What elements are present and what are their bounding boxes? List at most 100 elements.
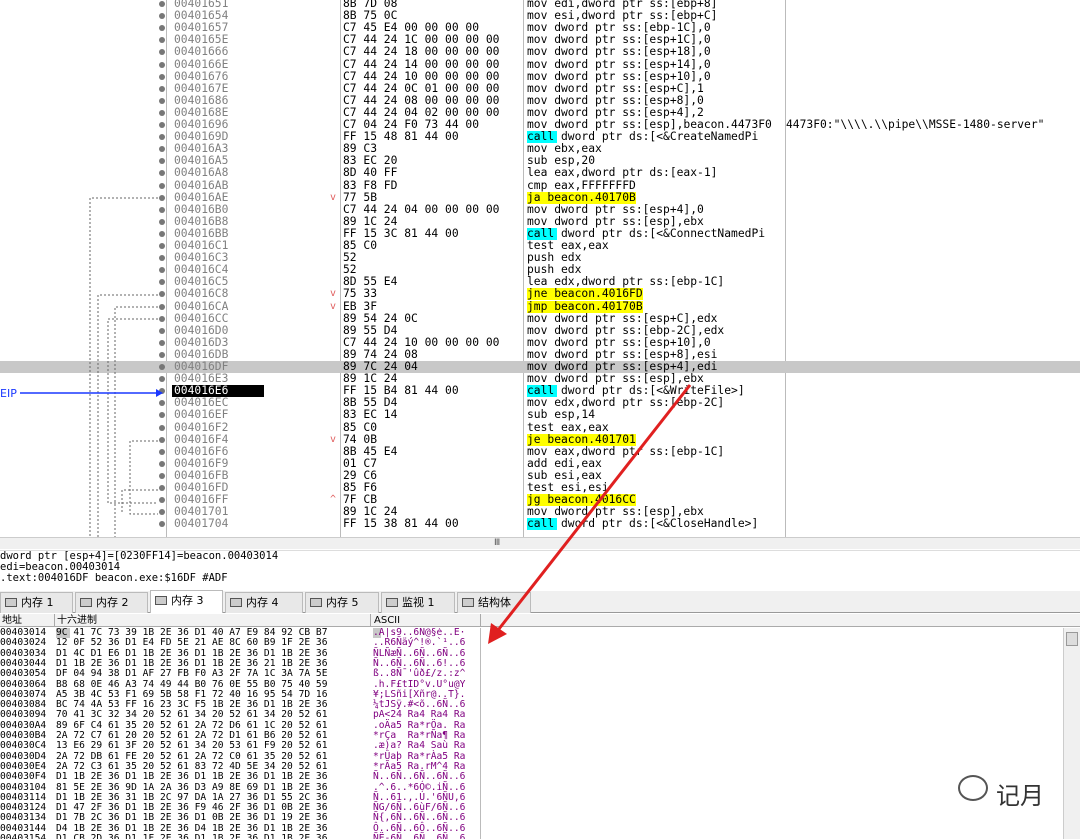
dump-address: 00403054	[0, 668, 47, 680]
memory-icon	[155, 596, 167, 605]
eip-label: EIP	[0, 387, 17, 400]
tab-2[interactable]: 内存 2	[75, 592, 148, 613]
disasm-bytes: 77 5B	[343, 190, 378, 204]
disasm-bytes: 8D 40 FF	[343, 166, 398, 180]
dump-vertical-scrollbar[interactable]	[1063, 628, 1080, 839]
disasm-address: 0040166E	[174, 57, 229, 71]
tab-label: 内存 4	[246, 596, 279, 609]
disasm-instruction: mov dword ptr ss:[esp+10],0	[527, 69, 711, 83]
jump-lines	[20, 197, 163, 549]
disasm-bytes: C7 44 24 08 00 00 00 00	[343, 93, 500, 107]
disasm-instruction: add edi,eax	[527, 456, 602, 470]
tab-6[interactable]: 监视 1	[381, 592, 455, 613]
disasm-address: 004016F4	[174, 432, 229, 446]
memory-icon	[80, 598, 92, 607]
jump-line-4	[107, 318, 158, 504]
dump-row[interactable]: 00403154 D1 CB 2D 36 D1 1F 2E 36 D1 1B 2E…	[0, 833, 1080, 839]
disasm-instruction: mov dword ptr ss:[esp+C],edx	[527, 311, 718, 325]
scroll-thumb[interactable]	[1066, 632, 1078, 646]
disasm-instruction: test eax,eax	[527, 420, 609, 434]
info-line-1: dword ptr [esp+4]=[0230FF14]=beacon.0040…	[0, 550, 279, 562]
dump-row[interactable]: 004030F4 D1 1B 2E 36 D1 1B 2E 36 D1 1B 2E…	[0, 771, 1080, 783]
dump-address: 004030F4	[0, 771, 47, 783]
disasm-bytes: C7 44 24 04 00 00 00 00	[343, 202, 500, 216]
jump-direction-icon: v	[330, 433, 337, 445]
disasm-address: 00401686	[174, 93, 229, 107]
jump-line-6	[121, 489, 158, 514]
disasm-bytes: EB 3F	[343, 299, 378, 313]
memory-icon	[5, 598, 17, 607]
watermark-text: 记月	[996, 782, 1044, 810]
disasm-instruction: lea eax,dword ptr ds:[eax-1]	[527, 166, 718, 180]
disasm-address: 004016B0	[174, 202, 229, 216]
disasm-comment: 4473F0:"\\\\.\\pipe\\MSSE-1480-server"	[786, 118, 1045, 131]
disasm-instruction: mov eax,dword ptr ss:[ebp-1C]	[527, 444, 725, 458]
disasm-address: 00401676	[174, 69, 229, 83]
jump-line-2	[97, 294, 158, 549]
jump-line-3	[114, 306, 158, 549]
disasm-address: 004016C8	[174, 287, 229, 301]
dump-hex: DF 04 94 38 D1 AF 27 FB F0 A3 2F 7A 1C 3…	[56, 668, 328, 680]
disasm-address: 00401704	[174, 517, 229, 531]
disasm-instruction: mov dword ptr ss:[ebp-2C],edx	[527, 323, 725, 337]
disasm-instruction: jmp beacon.40170B	[527, 299, 643, 313]
disasm-bytes: 01 C7	[343, 456, 378, 470]
tab-label: 监视 1	[402, 596, 435, 609]
disasm-instruction: mov dword ptr ss:[esp+18],0	[527, 45, 711, 59]
disasm-address: 004016AE	[174, 190, 229, 204]
dump-hex: D1 CB 2D 36 D1 1F 2E 36 D1 1B 2E 36 D1 1…	[56, 833, 328, 839]
disasm-instruction: mov dword ptr ss:[esp+10],0	[527, 335, 711, 349]
disassembly-view[interactable]: 00401651 8B 7D 08 mov edi,dword ptr ss:[eb…	[0, 0, 1080, 549]
dump-ascii: ÑË-6Ñ..6Ñ..6Ñ..6	[373, 833, 466, 839]
dump-header: 地址 十六进制 ASCII	[0, 614, 1080, 627]
disasm-address: 004016D0	[174, 323, 229, 337]
tab-3[interactable]: 内存 3	[150, 590, 223, 613]
disasm-instruction: mov dword ptr ss:[esp+4],0	[527, 202, 704, 216]
dump-ascii: ß..8Ñ¯'ûð£/z.:z^	[373, 668, 466, 680]
tab-5[interactable]: 内存 5	[305, 592, 379, 613]
tab-4[interactable]: 内存 4	[225, 592, 303, 613]
disasm-instruction: mov dword ptr ss:[esp+8],0	[527, 93, 704, 107]
disasm-instruction: sub esp,14	[527, 408, 596, 422]
scroll-grip-icon: Ⅲ	[494, 538, 501, 548]
tab-1[interactable]: 内存 1	[0, 592, 73, 613]
jump-direction-icon: v	[330, 191, 337, 203]
dump-hex: D1 1B 2E 36 D1 1B 2E 36 D1 1B 2E 36 D1 1…	[56, 771, 328, 783]
disasm-address: 00401666	[174, 45, 229, 59]
disasm-instruction: mov dword ptr ss:[esp+14],0	[527, 57, 711, 71]
dump-header-address: 地址	[2, 615, 22, 626]
disasm-bytes: 89 54 24 0C	[343, 311, 418, 325]
horizontal-scrollbar[interactable]: Ⅲ	[0, 537, 1080, 549]
disasm-address: 004016F6	[174, 444, 229, 458]
disasm-instruction: mov dword ptr ss:[esp+C],1	[527, 81, 704, 95]
disasm-instruction: call dword ptr ds:[<&CloseHandle>]	[527, 517, 759, 531]
memory-icon	[310, 598, 322, 607]
tab-label: 结构体	[478, 596, 511, 609]
info-line-3: .text:004016DF beacon.exe:$16DF #ADF	[0, 572, 228, 584]
tab-label: 内存 5	[326, 596, 359, 609]
disasm-instruction: ja beacon.40170B	[527, 190, 636, 204]
dump-header-hex: 十六进制	[57, 615, 97, 626]
memory-dump[interactable]: 00403014 9C 41 7C 73 39 1B 2E 36 D1 40 A7…	[0, 628, 1080, 839]
tab-7[interactable]: 结构体	[457, 592, 531, 613]
disasm-bytes: 83 EC 14	[343, 408, 398, 422]
wechat-logo-icon	[958, 775, 988, 801]
struct-icon	[462, 598, 474, 607]
dump-address: 00403154	[0, 833, 47, 839]
tab-label: 内存 2	[96, 596, 129, 609]
disasm-address: 004016D3	[174, 335, 229, 349]
disasm-instruction: jne beacon.4016FD	[527, 287, 643, 301]
disasm-address: 004016A8	[174, 166, 229, 180]
disasm-bytes: C7 44 24 10 00 00 00 00	[343, 335, 500, 349]
disasm-bytes: 8B 45 E4	[343, 444, 398, 458]
tab-label: 内存 1	[21, 596, 54, 609]
disasm-bytes: C7 44 24 0C 01 00 00 00	[343, 81, 500, 95]
disasm-instruction: je beacon.401701	[527, 432, 636, 446]
disasm-bytes: C7 44 24 18 00 00 00 00	[343, 45, 500, 59]
dump-row[interactable]: 00403054 DF 04 94 38 D1 AF 27 FB F0 A3 2F…	[0, 668, 1080, 680]
dump-tab-bar: 内存 1 内存 2 内存 3 内存 4 内存 5 监视 1 结构体	[0, 590, 1080, 613]
jump-direction-icon: v	[330, 288, 337, 300]
disasm-instruction: mov dword ptr ss:[esp],ebx	[527, 214, 704, 228]
disasm-bytes: C7 44 24 14 00 00 00 00	[343, 57, 500, 71]
watch-icon	[386, 598, 398, 607]
